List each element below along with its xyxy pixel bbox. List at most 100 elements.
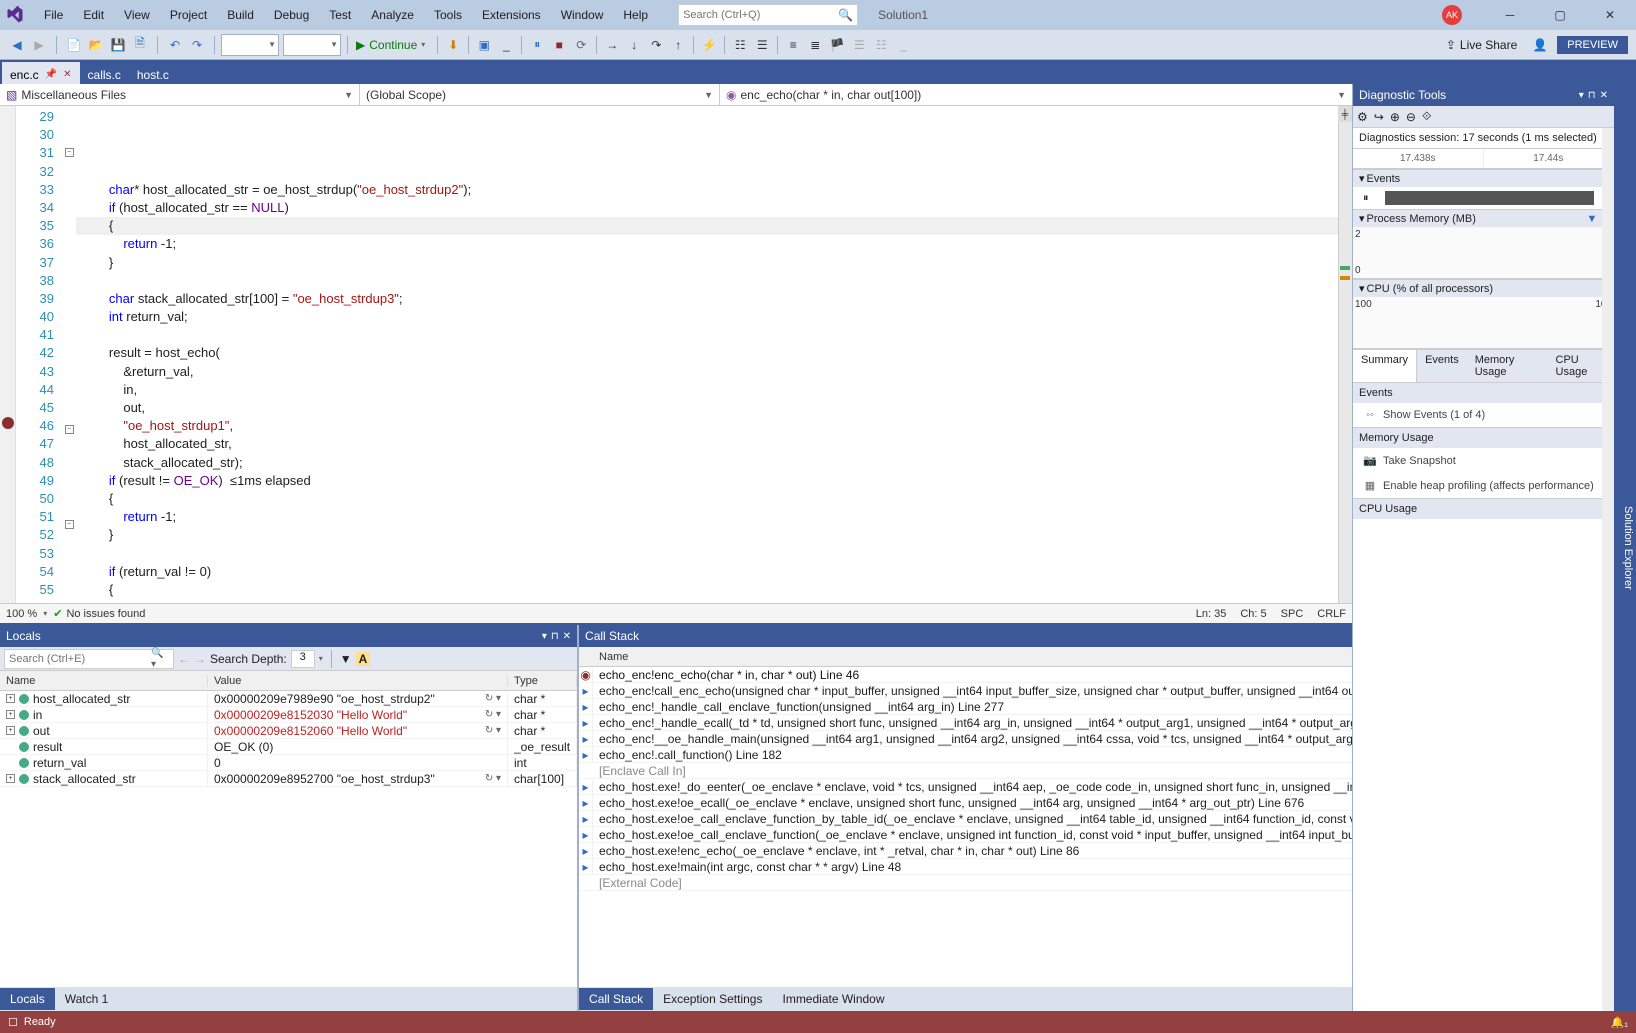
dropdown-icon[interactable]: ▾ (542, 631, 547, 642)
menu-edit[interactable]: Edit (73, 4, 114, 26)
scope-dropdown[interactable]: (Global Scope) ▼ (360, 84, 720, 105)
toolbar-icon[interactable]: _ (892, 34, 914, 56)
config-dropdown[interactable]: ▼ (221, 34, 279, 56)
callstack-row[interactable]: ▸echo_enc!_handle_call_enclave_function(… (579, 699, 1445, 715)
column-type[interactable]: Type (508, 675, 577, 687)
split-icon[interactable]: ╪ (1338, 106, 1352, 122)
nav-left-icon[interactable]: ← (178, 652, 190, 666)
stop-button[interactable]: ■ (548, 34, 570, 56)
tab-enc-c[interactable]: enc.c📌✕ (2, 62, 80, 84)
diag-scrollbar[interactable] (1602, 128, 1614, 1011)
toolbar-icon[interactable]: _ (495, 34, 517, 56)
code-editor[interactable]: 2930313233343536373839404142434445464748… (0, 106, 1352, 603)
callstack-row[interactable]: ▸echo_host.exe!_do_eenter(_oe_enclave * … (579, 779, 1445, 795)
toolbar-icon[interactable]: ☰ (751, 34, 773, 56)
breakpoint-margin[interactable] (0, 106, 16, 603)
continue-button[interactable]: ▶ Continue ▾ (352, 34, 433, 56)
cpu-chart[interactable]: 100 100 (1353, 297, 1614, 349)
tab-watch-1[interactable]: Watch 1 (55, 988, 119, 1010)
diag-timeline[interactable]: 17.438s 17.44s (1353, 149, 1614, 169)
take-snapshot-row[interactable]: 📷Take Snapshot (1353, 448, 1614, 473)
close-icon[interactable]: ✕ (563, 631, 571, 642)
project-dropdown[interactable]: ▧ Miscellaneous Files ▼ (0, 84, 360, 105)
events-header[interactable]: ▾ Events (1353, 169, 1614, 187)
locals-row[interactable]: resultOE_OK (0)_oe_result (0, 739, 577, 755)
diag-tab-events[interactable]: Events (1417, 350, 1467, 382)
callstack-row[interactable]: ▸echo_host.exe!oe_call_enclave_function(… (579, 827, 1445, 843)
notifications-icon[interactable]: 🔔₁ (1611, 1017, 1628, 1029)
fold-margin[interactable]: −−− (62, 106, 76, 603)
restart-button[interactable]: ⟳ (570, 34, 592, 56)
nav-right-icon[interactable]: → (194, 652, 206, 666)
callstack-row[interactable]: ▸echo_host.exe!oe_call_enclave_function_… (579, 811, 1445, 827)
callstack-row[interactable]: ▸echo_host.exe!oe_ecall(_oe_enclave * en… (579, 795, 1445, 811)
menu-tools[interactable]: Tools (424, 4, 472, 26)
callstack-row[interactable]: [External Code] (579, 875, 1445, 891)
function-dropdown[interactable]: ◉ enc_echo(char * in, char out[100]) ▼ (720, 84, 1352, 105)
column-name[interactable]: Name (593, 651, 1405, 663)
callstack-row[interactable]: ▸echo_host.exe!enc_echo(_oe_enclave * en… (579, 843, 1445, 859)
zoom-level[interactable]: 100 % (6, 608, 37, 620)
diag-tab-summary[interactable]: Summary (1353, 350, 1417, 382)
dropdown-icon[interactable]: ▾ (1579, 90, 1584, 101)
filter-icon[interactable]: ▼ (340, 652, 352, 666)
locals-row[interactable]: + stack_allocated_str0x00000209e8952700 … (0, 771, 577, 787)
menu-project[interactable]: Project (160, 4, 217, 26)
callstack-table[interactable]: Name Lang ◉echo_enc!enc_echo(char * in, … (579, 647, 1445, 987)
menu-extensions[interactable]: Extensions (472, 4, 551, 26)
locals-row[interactable]: + in0x00000209e8152030 "Hello World"↻ ▾c… (0, 707, 577, 723)
callstack-row[interactable]: ▸echo_enc!__oe_handle_main(unsigned __in… (579, 731, 1445, 747)
maximize-button[interactable]: ▢ (1538, 1, 1582, 29)
locals-table[interactable]: Name Value Type + host_allocated_str0x00… (0, 671, 577, 987)
tab-locals[interactable]: Locals (0, 988, 55, 1010)
toolbar-icon[interactable]: ☷ (729, 34, 751, 56)
search-input[interactable] (683, 9, 838, 21)
procmem-chart[interactable]: 2 2 0 0 (1353, 227, 1614, 279)
tab-calls-c[interactable]: calls.c (80, 62, 129, 84)
procmem-header[interactable]: ▾ Process Memory (MB) ▼● (1353, 209, 1614, 227)
locals-row[interactable]: return_val0int (0, 755, 577, 771)
toolbar-icon[interactable]: ⚡ (698, 34, 720, 56)
show-next-button[interactable]: → (601, 34, 623, 56)
show-events-row[interactable]: ◦◦Show Events (1 of 4) (1353, 403, 1614, 427)
minimize-button[interactable]: ─ (1488, 1, 1532, 29)
pin-icon[interactable]: ⊓ (1588, 90, 1596, 101)
callstack-row[interactable]: ◉echo_enc!enc_echo(char * in, char * out… (579, 667, 1445, 683)
diag-tab-memory-usage[interactable]: Memory Usage (1467, 350, 1548, 382)
callstack-row[interactable]: ▸echo_enc!_handle_ecall(_td * td, unsign… (579, 715, 1445, 731)
menu-view[interactable]: View (114, 4, 160, 26)
toolbar-icon[interactable]: ☷ (870, 34, 892, 56)
save-button[interactable]: 💾 (107, 34, 129, 56)
callstack-row[interactable]: ▸echo_enc!call_enc_echo(unsigned char * … (579, 683, 1445, 699)
hot-reload-icon[interactable]: ▣ (473, 34, 495, 56)
tab-host-c[interactable]: host.c (129, 62, 177, 84)
open-button[interactable]: 📂 (85, 34, 107, 56)
feedback-button[interactable]: 👤 (1529, 34, 1551, 56)
menu-window[interactable]: Window (551, 4, 614, 26)
callstack-row[interactable]: ▸echo_host.exe!main(int argc, const char… (579, 859, 1445, 875)
gear-icon[interactable]: ⚙ (1357, 110, 1368, 124)
menu-help[interactable]: Help (613, 4, 658, 26)
menu-build[interactable]: Build (217, 4, 264, 26)
preview-button[interactable]: PREVIEW (1557, 36, 1628, 54)
zoom-in-icon[interactable]: ⊕ (1390, 110, 1400, 124)
redo-button[interactable]: ↷ (186, 34, 208, 56)
pause-button[interactable]: ⏸ (526, 34, 548, 56)
step-out-button[interactable]: ↑ (667, 34, 689, 56)
toolbar-icon[interactable]: ≡ (782, 34, 804, 56)
editor-scrollbar[interactable]: ╪ (1338, 106, 1352, 603)
cpu-header[interactable]: ▾ CPU (% of all processors) (1353, 279, 1614, 297)
user-avatar[interactable]: AK (1442, 5, 1462, 25)
nav-fwd-button[interactable]: ▶ (28, 34, 50, 56)
highlight-icon[interactable]: A (356, 652, 371, 666)
menu-file[interactable]: File (34, 4, 73, 26)
menu-test[interactable]: Test (319, 4, 361, 26)
undo-button[interactable]: ↶ (164, 34, 186, 56)
menu-debug[interactable]: Debug (264, 4, 319, 26)
platform-dropdown[interactable]: ▼ (283, 34, 341, 56)
toolbar-icon[interactable]: ≣ (804, 34, 826, 56)
solution-explorer-tab[interactable]: Solution Explorer (1614, 84, 1636, 1011)
column-value[interactable]: Value (208, 675, 508, 687)
issues-label[interactable]: No issues found (66, 608, 145, 620)
locals-search[interactable]: 🔍 ▾ (4, 649, 174, 669)
